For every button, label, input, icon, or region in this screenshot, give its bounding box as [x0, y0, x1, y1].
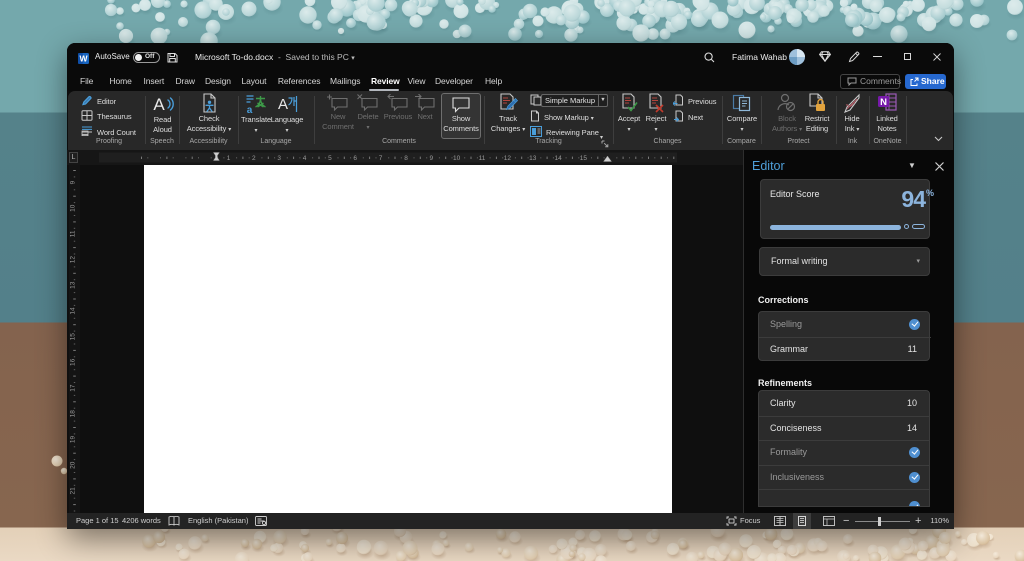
- svg-text:5: 5: [328, 155, 332, 162]
- svg-text:11: 11: [70, 230, 77, 237]
- svg-text:14: 14: [70, 307, 77, 315]
- svg-text:9: 9: [70, 180, 77, 184]
- svg-text:1: 1: [227, 155, 231, 162]
- svg-text:3: 3: [277, 155, 281, 162]
- svg-text:14: 14: [554, 155, 562, 162]
- svg-text:12: 12: [504, 155, 512, 162]
- svg-text:a: a: [247, 105, 253, 114]
- svg-text:8: 8: [404, 155, 408, 162]
- svg-text:15: 15: [580, 155, 588, 162]
- svg-text:12: 12: [70, 256, 77, 264]
- svg-text:A: A: [278, 96, 288, 113]
- svg-text:19: 19: [70, 436, 77, 444]
- svg-text:4: 4: [303, 155, 307, 162]
- svg-text:13: 13: [70, 281, 77, 289]
- svg-text:6: 6: [353, 155, 357, 162]
- svg-text:10: 10: [70, 204, 77, 212]
- svg-text:18: 18: [70, 410, 77, 418]
- svg-text:N: N: [880, 97, 887, 108]
- svg-text:20: 20: [70, 461, 77, 469]
- svg-text:13: 13: [529, 155, 537, 162]
- svg-text:10: 10: [453, 155, 461, 162]
- svg-text:16: 16: [70, 358, 77, 366]
- svg-text:11: 11: [479, 155, 486, 162]
- svg-text:A: A: [153, 95, 165, 114]
- svg-text:9: 9: [429, 155, 433, 162]
- svg-text:21: 21: [70, 487, 77, 495]
- svg-text:W: W: [79, 54, 88, 64]
- svg-text:17: 17: [70, 384, 77, 392]
- svg-text:2: 2: [252, 155, 256, 162]
- svg-text:15: 15: [70, 333, 77, 341]
- svg-text:7: 7: [379, 155, 383, 162]
